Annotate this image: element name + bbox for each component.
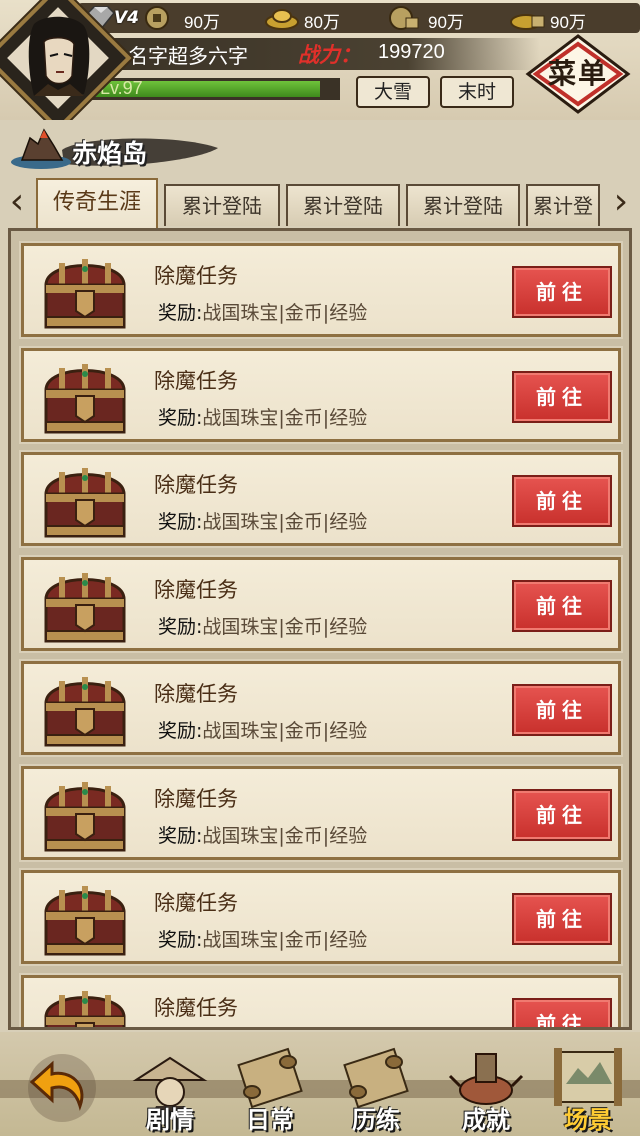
quest-card: 除魔任务奖励:战国珠宝|金币|经验 前往 xyxy=(19,450,623,548)
go-button[interactable]: 前往 xyxy=(512,684,612,736)
back-button[interactable] xyxy=(22,1050,102,1126)
quest-card: 除魔任务奖励:战国珠宝|金币|经验 前往 xyxy=(19,972,623,1031)
treasure-chest-icon xyxy=(44,468,126,538)
treasure-chest-icon xyxy=(44,677,126,747)
currency-gold-value: 80万 xyxy=(304,13,340,32)
treasure-chest-icon xyxy=(44,572,126,642)
nav-training[interactable]: 历练 xyxy=(326,1040,426,1136)
treasure-chest-icon xyxy=(44,781,126,851)
quest-title: 除魔任务 xyxy=(154,891,238,915)
quest-reward: 奖励:战国珠宝|金币|经验 xyxy=(158,925,367,952)
quest-title: 除魔任务 xyxy=(154,368,238,393)
go-button[interactable]: 前往 xyxy=(512,788,612,841)
reward-items: 战国珠宝|金币|经验 xyxy=(202,615,368,638)
reward-items: 战国珠宝|金币|经验 xyxy=(202,406,368,429)
currency-copper[interactable]: 90万 xyxy=(144,5,254,32)
copper-coin-icon xyxy=(145,6,169,30)
currency-gold[interactable]: 80万 xyxy=(264,5,374,32)
quest-card: 除魔任务奖励:战国珠宝|金币|经验 前往 xyxy=(19,868,623,966)
weather-tag[interactable]: 大雪 xyxy=(356,76,430,108)
quest-card: 除魔任务奖励:战国珠宝|金币|经验 前往 xyxy=(19,554,623,653)
go-button[interactable]: 前往 xyxy=(512,579,612,632)
quest-card: 除魔任务奖励:战国珠宝|金币|经验 前往 xyxy=(19,345,623,444)
treasure-chest-icon xyxy=(44,259,126,329)
location-name: 赤焰岛 xyxy=(72,139,148,168)
reward-items: 战国珠宝|金币|经验 xyxy=(202,511,368,533)
quest-card: 除魔任务奖励:战国珠宝|金币|经验 前往 xyxy=(19,241,623,339)
quest-reward: 奖励:战国珠宝|金币|经验 xyxy=(158,821,367,848)
reward-label: 奖励: xyxy=(158,615,203,638)
nav-daily-label: 日常 xyxy=(246,1105,294,1134)
quest-title: 除魔任务 xyxy=(154,264,238,288)
tab-legend-career[interactable]: 传奇生涯 xyxy=(36,178,158,228)
reward-items: 战国珠宝|金币|经验 xyxy=(202,824,368,847)
quest-card: 除魔任务奖励:战国珠宝|金币|经验 前往 xyxy=(19,659,623,757)
gold-ingot-icon xyxy=(265,9,299,30)
nav-training-label: 历练 xyxy=(352,1105,400,1134)
avatar-portrait xyxy=(28,16,90,96)
treasure-chest-icon xyxy=(44,990,126,1027)
time-tag[interactable]: 末时 xyxy=(440,76,514,108)
go-button[interactable]: 前往 xyxy=(512,893,612,945)
go-button[interactable]: 前往 xyxy=(512,475,612,527)
tab-left-arrow-icon[interactable]: ‹ xyxy=(2,182,32,222)
quest-title: 除魔任务 xyxy=(154,577,238,602)
tab-cumulative-login-2[interactable]: 累计登陆 xyxy=(286,184,400,226)
quest-title: 除魔任务 xyxy=(154,473,238,497)
power-label: 战力： xyxy=(298,42,361,67)
treasure-chest-icon xyxy=(44,363,126,433)
quest-title: 除魔任务 xyxy=(154,682,238,706)
currency-locked-ingot[interactable]: 90万 xyxy=(510,5,630,32)
tab-cumulative-login-3[interactable]: 累计登陆 xyxy=(406,184,520,226)
quest-list[interactable]: 除魔任务 奖励:战国珠宝|金币|经验 前往 除魔任务 奖励:战国珠宝|金币|经验 前往 除魔… xyxy=(8,228,632,1030)
nav-story-label: 剧情 xyxy=(146,1105,194,1134)
player-name: 名字超多六字 xyxy=(128,44,248,68)
currency-copper-value: 90万 xyxy=(184,13,220,32)
reward-label: 奖励: xyxy=(158,929,203,951)
reward-label: 奖励: xyxy=(158,406,203,429)
quest-title: 除魔任务 xyxy=(154,786,238,811)
currency-locked-coin[interactable]: 90万 xyxy=(388,5,498,32)
quest-reward: 奖励:战国珠宝|金币|经验 xyxy=(158,1030,367,1031)
reward-items: 战国珠宝|金币|经验 xyxy=(202,929,368,951)
nav-scene-label: 场景 xyxy=(564,1105,612,1134)
currency-locked-ingot-value: 90万 xyxy=(550,13,586,32)
menu-label: 菜单 xyxy=(548,57,609,90)
nav-daily[interactable]: 日常 xyxy=(220,1040,320,1136)
reward-label: 奖励: xyxy=(158,720,203,742)
vip-level-label: V4 xyxy=(114,8,139,28)
tab-cumulative-login-4[interactable]: 累计登 xyxy=(526,184,600,226)
reward-label: 奖励: xyxy=(158,824,203,847)
locked-ingot-icon xyxy=(510,14,545,30)
quest-title: 除魔任务 xyxy=(154,995,238,1020)
go-button[interactable]: 前往 xyxy=(512,266,612,318)
nav-scene[interactable]: 场景 xyxy=(538,1040,638,1136)
reward-label: 奖励: xyxy=(158,302,203,324)
locked-coin-icon xyxy=(389,6,419,30)
island-icon xyxy=(11,128,71,169)
reward-items: 战国珠宝|金币|经验 xyxy=(202,720,368,742)
resource-bar: V4 90万 80万 90万 90万 xyxy=(78,3,640,33)
reward-label: 奖励: xyxy=(158,511,203,533)
quest-card: 除魔任务奖励:战国珠宝|金币|经验 前往 xyxy=(19,763,623,862)
tab-cumulative-login-1[interactable]: 累计登陆 xyxy=(164,184,280,226)
treasure-chest-icon xyxy=(44,886,126,956)
reward-items: 战国珠宝|金币|经验 xyxy=(202,302,368,324)
nav-achievement-label: 成就 xyxy=(462,1105,510,1134)
quest-reward: 奖励:战国珠宝|金币|经验 xyxy=(158,716,367,743)
nav-story[interactable]: 剧情 xyxy=(120,1040,220,1136)
power-value: 199720 xyxy=(378,41,445,63)
go-button[interactable]: 前往 xyxy=(512,997,612,1027)
quest-reward: 奖励:战国珠宝|金币|经验 xyxy=(158,298,367,325)
tab-right-arrow-icon[interactable]: › xyxy=(606,182,636,222)
quest-reward: 奖励:战国珠宝|金币|经验 xyxy=(158,507,367,534)
nav-achievement[interactable]: 成就 xyxy=(436,1040,536,1136)
go-button[interactable]: 前往 xyxy=(512,370,612,423)
quest-reward: 奖励:战国珠宝|金币|经验 xyxy=(158,612,367,639)
quest-reward: 奖励:战国珠宝|金币|经验 xyxy=(158,403,367,430)
currency-locked-coin-value: 90万 xyxy=(428,13,464,32)
